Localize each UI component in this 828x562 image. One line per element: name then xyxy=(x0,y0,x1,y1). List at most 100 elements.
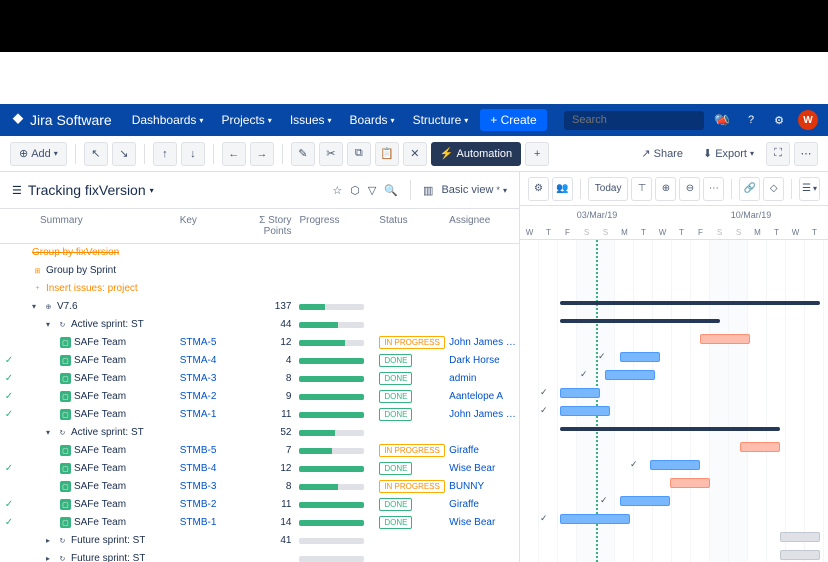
gantt-row[interactable] xyxy=(520,330,828,348)
create-button[interactable]: + Create xyxy=(480,109,546,131)
view-selector[interactable]: Basic view*▾ xyxy=(441,184,507,196)
nav-structure[interactable]: Structure ▾ xyxy=(405,109,477,131)
issue-key[interactable]: STMB-2 xyxy=(180,499,230,510)
assignee-link[interactable]: admin xyxy=(449,373,519,384)
issue-key[interactable]: STMB-5 xyxy=(180,445,230,456)
delete-icon[interactable]: ✕ xyxy=(403,142,427,166)
table-row[interactable]: ✓▢SAFe TeamSTMA-111DONEJohn James O'D xyxy=(0,406,519,424)
nav-projects[interactable]: Projects ▾ xyxy=(213,109,279,131)
today-button[interactable]: Today xyxy=(588,177,629,201)
table-row[interactable]: ✓▢SAFe TeamSTMB-114DONEWise Bear xyxy=(0,514,519,532)
gantt-row[interactable] xyxy=(520,258,828,276)
arrow-up-icon[interactable]: ↑ xyxy=(153,142,177,166)
assignee-link[interactable]: John James O'D xyxy=(449,337,519,348)
export-button[interactable]: ⬇ Export ▾ xyxy=(695,142,762,166)
gantt-marker-icon[interactable]: ⊤ xyxy=(631,177,652,201)
link-icon[interactable]: 🔗 xyxy=(739,177,760,201)
gantt-row[interactable]: ✓ xyxy=(520,366,828,384)
gantt-bar[interactable] xyxy=(605,370,655,380)
help-icon[interactable]: ? xyxy=(742,111,760,129)
copy-icon[interactable]: ⧉ xyxy=(347,142,371,166)
expand-icon[interactable]: ▾ xyxy=(32,302,40,311)
gantt-bar[interactable] xyxy=(700,334,750,344)
gantt-bar[interactable] xyxy=(560,319,720,323)
gantt-bar[interactable] xyxy=(560,427,780,431)
assignee-link[interactable]: Giraffe xyxy=(449,499,519,510)
table-row[interactable]: ⊞Group by Sprint xyxy=(0,262,519,280)
gantt-row[interactable]: ✓ xyxy=(520,492,828,510)
gantt-row[interactable] xyxy=(520,438,828,456)
col-key[interactable]: Key xyxy=(180,215,230,237)
gantt-bar[interactable] xyxy=(780,532,820,542)
arrow-se-icon[interactable]: ↘ xyxy=(112,142,136,166)
zoom-out-icon[interactable]: ⊖ xyxy=(679,177,700,201)
gantt-row[interactable] xyxy=(520,546,828,562)
share-button[interactable]: ↗ Share xyxy=(633,142,691,166)
gantt-row[interactable] xyxy=(520,528,828,546)
search-struct-icon[interactable]: 🔍 xyxy=(384,184,398,197)
gantt-row[interactable] xyxy=(520,240,828,258)
diamond-icon[interactable]: ◇ xyxy=(763,177,784,201)
assignee-link[interactable]: Aantelope A xyxy=(449,391,519,402)
star-icon[interactable]: ☆ xyxy=(332,184,342,197)
gantt-row[interactable] xyxy=(520,276,828,294)
table-row[interactable]: ▢SAFe TeamSTMB-57IN PROGRESSGiraffe xyxy=(0,442,519,460)
assignee-link[interactable]: BUNNY xyxy=(449,481,519,492)
expand-icon[interactable]: ▸ xyxy=(46,554,54,562)
arrow-down-icon[interactable]: ↓ xyxy=(181,142,205,166)
edit-icon[interactable]: ✎ xyxy=(291,142,315,166)
issue-key[interactable]: STMB-1 xyxy=(180,517,230,528)
plus-button[interactable]: + xyxy=(525,142,549,166)
expand-icon[interactable]: ▾ xyxy=(46,428,54,437)
table-row[interactable]: ▾↻Active sprint: ST44 xyxy=(0,316,519,334)
more-icon[interactable]: ⋯ xyxy=(794,142,818,166)
add-button[interactable]: ⊕ Add ▾ xyxy=(10,142,67,166)
user-avatar[interactable]: W xyxy=(798,110,818,130)
zoom-in-icon[interactable]: ⊕ xyxy=(655,177,676,201)
assignee-link[interactable]: Wise Bear xyxy=(449,463,519,474)
gantt-bar[interactable] xyxy=(620,352,660,362)
gantt-row[interactable] xyxy=(520,312,828,330)
search-box[interactable]: 🔍 xyxy=(564,111,704,130)
cut-icon[interactable]: ✂ xyxy=(319,142,343,166)
gantt-bar[interactable] xyxy=(740,442,780,452)
gantt-bar[interactable] xyxy=(620,496,670,506)
table-row[interactable]: ▢SAFe TeamSTMA-512IN PROGRESSJohn James … xyxy=(0,334,519,352)
col-sp[interactable]: Σ Story Points xyxy=(230,215,300,237)
gantt-row[interactable] xyxy=(520,474,828,492)
col-summary[interactable]: Summary xyxy=(0,215,180,237)
table-row[interactable]: ▾↻Active sprint: ST52 xyxy=(0,424,519,442)
gantt-bar[interactable] xyxy=(560,406,610,416)
product-logo[interactable]: Jira Software xyxy=(10,112,112,128)
gantt-resource-icon[interactable]: 👥 xyxy=(552,177,573,201)
nav-issues[interactable]: Issues ▾ xyxy=(282,109,340,131)
gantt-bar[interactable] xyxy=(780,550,820,560)
assignee-link[interactable]: Wise Bear xyxy=(449,517,519,528)
assignee-link[interactable]: Dark Horse xyxy=(449,355,519,366)
gantt-row[interactable] xyxy=(520,294,828,312)
table-row[interactable]: ✓▢SAFe TeamSTMA-29DONEAantelope A xyxy=(0,388,519,406)
arrow-right-icon[interactable]: → xyxy=(250,142,274,166)
notifications-icon[interactable]: 📣 xyxy=(714,111,732,129)
table-row[interactable]: ▢SAFe TeamSTMB-38IN PROGRESSBUNNY xyxy=(0,478,519,496)
gantt-row[interactable]: ✓ xyxy=(520,384,828,402)
issue-key[interactable]: STMB-3 xyxy=(180,481,230,492)
issue-key[interactable]: STMA-4 xyxy=(180,355,230,366)
expand-icon[interactable]: ⛶ xyxy=(766,142,790,166)
table-row[interactable]: Group by fixVersion xyxy=(0,244,519,262)
gantt-bar[interactable] xyxy=(650,460,700,470)
gantt-settings-icon[interactable]: ⚙ xyxy=(528,177,549,201)
cube-icon[interactable]: ⬡ xyxy=(350,184,360,197)
settings-icon[interactable]: ⚙ xyxy=(770,111,788,129)
columns-icon[interactable]: ▥ xyxy=(423,184,433,197)
gantt-bar[interactable] xyxy=(670,478,710,488)
arrow-nw-icon[interactable]: ↖ xyxy=(84,142,108,166)
gantt-row[interactable]: ✓ xyxy=(520,510,828,528)
arrow-left-icon[interactable]: ← xyxy=(222,142,246,166)
table-row[interactable]: +Insert issues: project xyxy=(0,280,519,298)
nav-boards[interactable]: Boards ▾ xyxy=(342,109,403,131)
filter-icon[interactable]: ▽ xyxy=(368,184,376,197)
gantt-row[interactable] xyxy=(520,420,828,438)
automation-button[interactable]: ⚡ Automation xyxy=(431,142,521,166)
table-row[interactable]: ✓▢SAFe TeamSTMA-38DONEadmin xyxy=(0,370,519,388)
